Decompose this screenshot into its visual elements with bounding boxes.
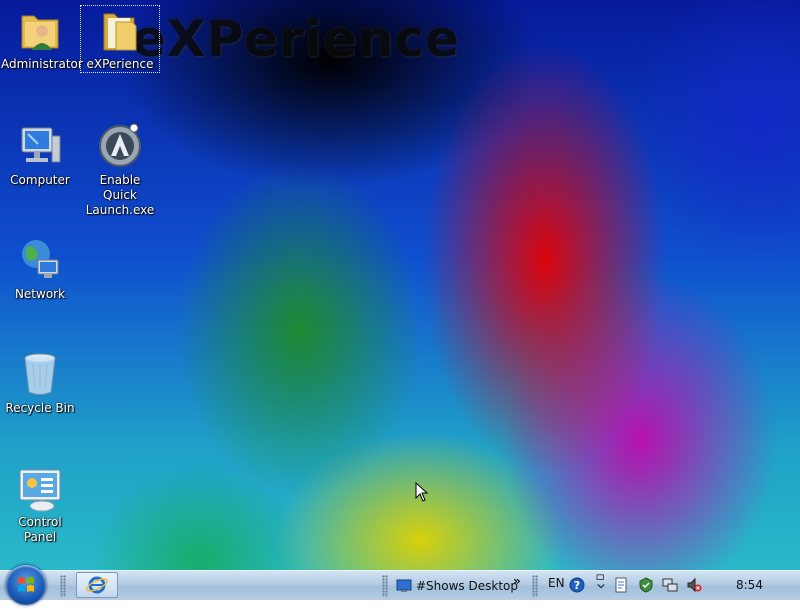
svg-text:?: ?	[574, 579, 580, 592]
autoit-exe-icon	[99, 123, 141, 167]
show-desktop-icon	[396, 579, 412, 592]
wallpaper-brand-text: eXPerience	[132, 10, 460, 68]
user-folder-icon	[21, 15, 59, 50]
desktop-icon-label: Computer	[10, 173, 70, 187]
desktop-icon-network[interactable]: Network	[1, 236, 79, 302]
desktop-icon-label: Recycle Bin	[5, 401, 75, 415]
mouse-pointer-icon	[415, 482, 429, 502]
desktop-icon-label: Enable Quick Launch.exe	[85, 173, 155, 217]
task-button-internet-explorer[interactable]	[76, 572, 118, 598]
network-globe-icon	[22, 240, 59, 278]
taskbar-grip[interactable]	[60, 575, 66, 597]
shows-desktop-toolbar[interactable]: #Shows Desktop	[396, 576, 518, 596]
desktop-icon-label: Control Panel	[18, 515, 62, 544]
taskbar: #Shows Desktop » EN ? 8:54	[0, 565, 800, 605]
desktop-icon-control-panel[interactable]: Control Panel	[1, 464, 79, 545]
toolbar-grip[interactable]	[382, 575, 388, 597]
language-indicator[interactable]: EN	[548, 576, 565, 590]
desktop[interactable]: eXPerience Administrator eXPerience Comp	[0, 0, 800, 570]
control-panel-icon	[19, 469, 61, 512]
volume-muted-icon[interactable]	[686, 577, 702, 593]
folder-icon	[103, 13, 137, 51]
internet-explorer-icon	[86, 576, 108, 594]
desktop-icon-recycle-bin[interactable]: Recycle Bin	[1, 350, 79, 416]
desktop-icon-computer[interactable]: Computer	[1, 122, 79, 188]
toolbar-overflow-chevron[interactable]: »	[513, 574, 521, 588]
desktop-icon-administrator[interactable]: Administrator	[1, 6, 83, 72]
windows-orb-icon	[18, 577, 34, 592]
network-connection-icon[interactable]	[662, 577, 678, 593]
security-shield-icon[interactable]	[638, 577, 654, 593]
clock[interactable]: 8:54	[736, 578, 763, 592]
help-icon[interactable]: ?	[569, 577, 585, 593]
computer-icon	[21, 127, 61, 163]
desktop-icon-label: Network	[14, 287, 66, 301]
recycle-bin-icon	[24, 353, 56, 395]
language-bar-grip[interactable]	[532, 575, 538, 597]
document-icon[interactable]	[613, 577, 629, 593]
desktop-icon-enable-quick-launch[interactable]: Enable Quick Launch.exe	[81, 122, 159, 218]
restore-icon[interactable]	[593, 574, 609, 590]
start-button[interactable]	[6, 565, 46, 605]
shows-desktop-label: #Shows Desktop	[416, 579, 518, 593]
desktop-icon-experience[interactable]: eXPerience	[80, 5, 160, 73]
desktop-icon-label: Administrator	[1, 57, 83, 71]
desktop-icon-label: eXPerience	[86, 57, 154, 71]
